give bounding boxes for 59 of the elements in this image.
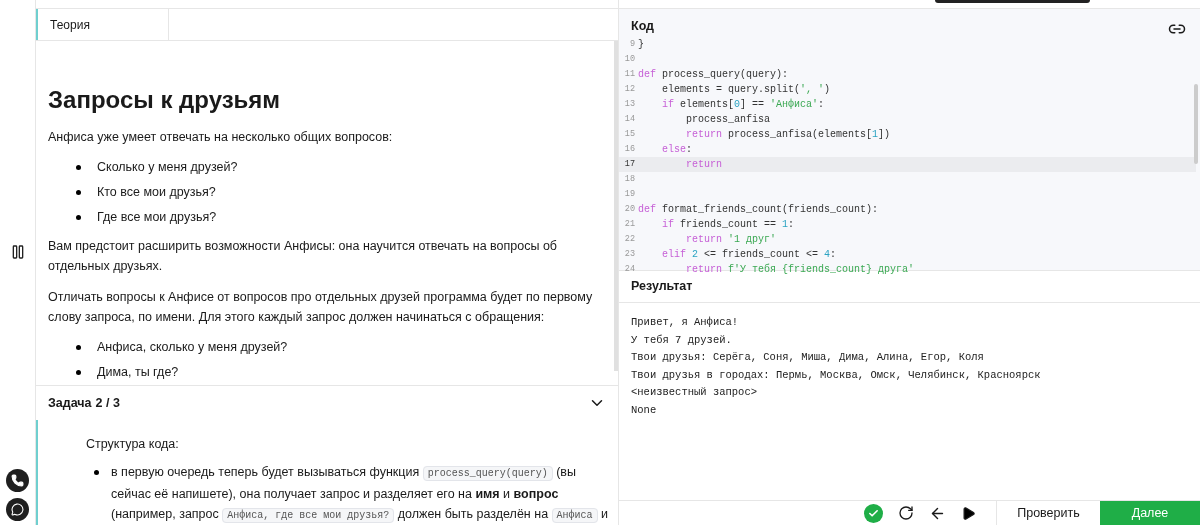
line-number: 11 [623,68,636,81]
bullet-icon [76,190,81,195]
reset-icon[interactable] [898,505,914,521]
output-line: <неизвестный запрос> [631,385,759,400]
scrollbar[interactable] [1194,84,1198,164]
line-number: 21 [623,218,636,231]
output-line: None [631,402,658,418]
paragraph: Анфиса уже умеет отвечать на несколько общих вопросов: [48,129,394,146]
result-title: Результат [631,278,693,296]
code-line[interactable]: 20 def format_friends_count(friends_count): [619,202,1196,217]
line-number: 12 [623,83,636,96]
code-line[interactable]: 21 if friends_count == 1: [619,217,1196,232]
task-counter: 2 / 3 [95,394,120,412]
output-line: Твои друзья: Серёга, Соня, Миша, Дима, Алина, Егор, Коля [631,350,985,365]
bullet-icon [76,370,81,375]
line-number: 20 [623,203,636,216]
chat-icon[interactable] [6,498,29,521]
line-number: 22 [623,233,636,246]
line-number: 17 [623,158,636,171]
code-line[interactable]: 12 elements = query.split(', ') [619,82,1196,97]
list-item-text: Анфиса, сколько у меня друзей? [97,339,288,356]
list-item-text: Кто все мои друзья? [97,184,216,201]
code-line[interactable]: 11 def process_query(query): [619,67,1196,82]
code-line[interactable]: 15 return process_anfisa(elements[1]) [619,127,1196,142]
code-line[interactable]: 16 else: [619,142,1196,157]
bullet-icon [94,470,99,475]
line-number: 14 [623,113,636,126]
line-number: 18 [623,173,636,186]
bullet-icon [76,345,81,350]
list-item-text: Сколько у меня друзей? [97,159,238,176]
bullet-icon [76,165,81,170]
theory-tab[interactable]: Теория [36,9,169,40]
list-item-text: Дима, ты где? [97,364,179,381]
code-line[interactable]: 9 } [619,37,1196,52]
line-number: 10 [623,53,636,66]
output-line: Привет, я Анфиса! [631,315,740,330]
run-icon[interactable] [961,505,976,521]
line-number: 9 [628,38,636,51]
line-number: 16 [623,143,636,156]
phone-icon[interactable] [6,469,29,492]
page-title: Запросы к друзьям [48,85,282,115]
line-number: 15 [623,128,636,141]
code-title: Код [631,18,655,36]
list-item-text: в первую очередь теперь будет вызываться функция process_query(query) (вы сейчас её напишете), она получает запрос и разделяет его на имя и вопрос (например, запрос Анфиса, где все мои друзья? должен быть разделён на Анфиса и [111,464,610,525]
bullet-icon [76,215,81,220]
output-line: У тебя 7 друзей. [631,332,733,348]
paragraph: Отличать вопросы к Анфисе от вопросов про отдельных друзей программа будет по первому слову запроса, по имени. Для этого каждый запрос должен начинаться с обращения: [48,289,594,326]
code-line[interactable]: 14 process_anfisa [619,112,1196,127]
line-number: 19 [623,188,636,201]
task-label: Задача [48,394,92,412]
list-item-text: Где все мои друзья? [97,209,217,226]
paragraph: Структура кода: [86,436,180,453]
line-number: 13 [623,98,636,111]
paragraph: Вам предстоит расширить возможности Анфисы: она научится отвечать на вопросы об отдельных друзьях. [48,238,559,275]
line-number: 23 [623,248,636,261]
code-line[interactable]: 13 if elements[0] == 'Анфиса': [619,97,1196,112]
output-line: Твои друзья в городах: Пермь, Москва, Омск, Челябинск, Красноярск [631,367,1042,383]
line-number: 24 [623,263,636,276]
code-line[interactable]: 23 elif 2 <= friends_count <= 4: [619,247,1196,262]
